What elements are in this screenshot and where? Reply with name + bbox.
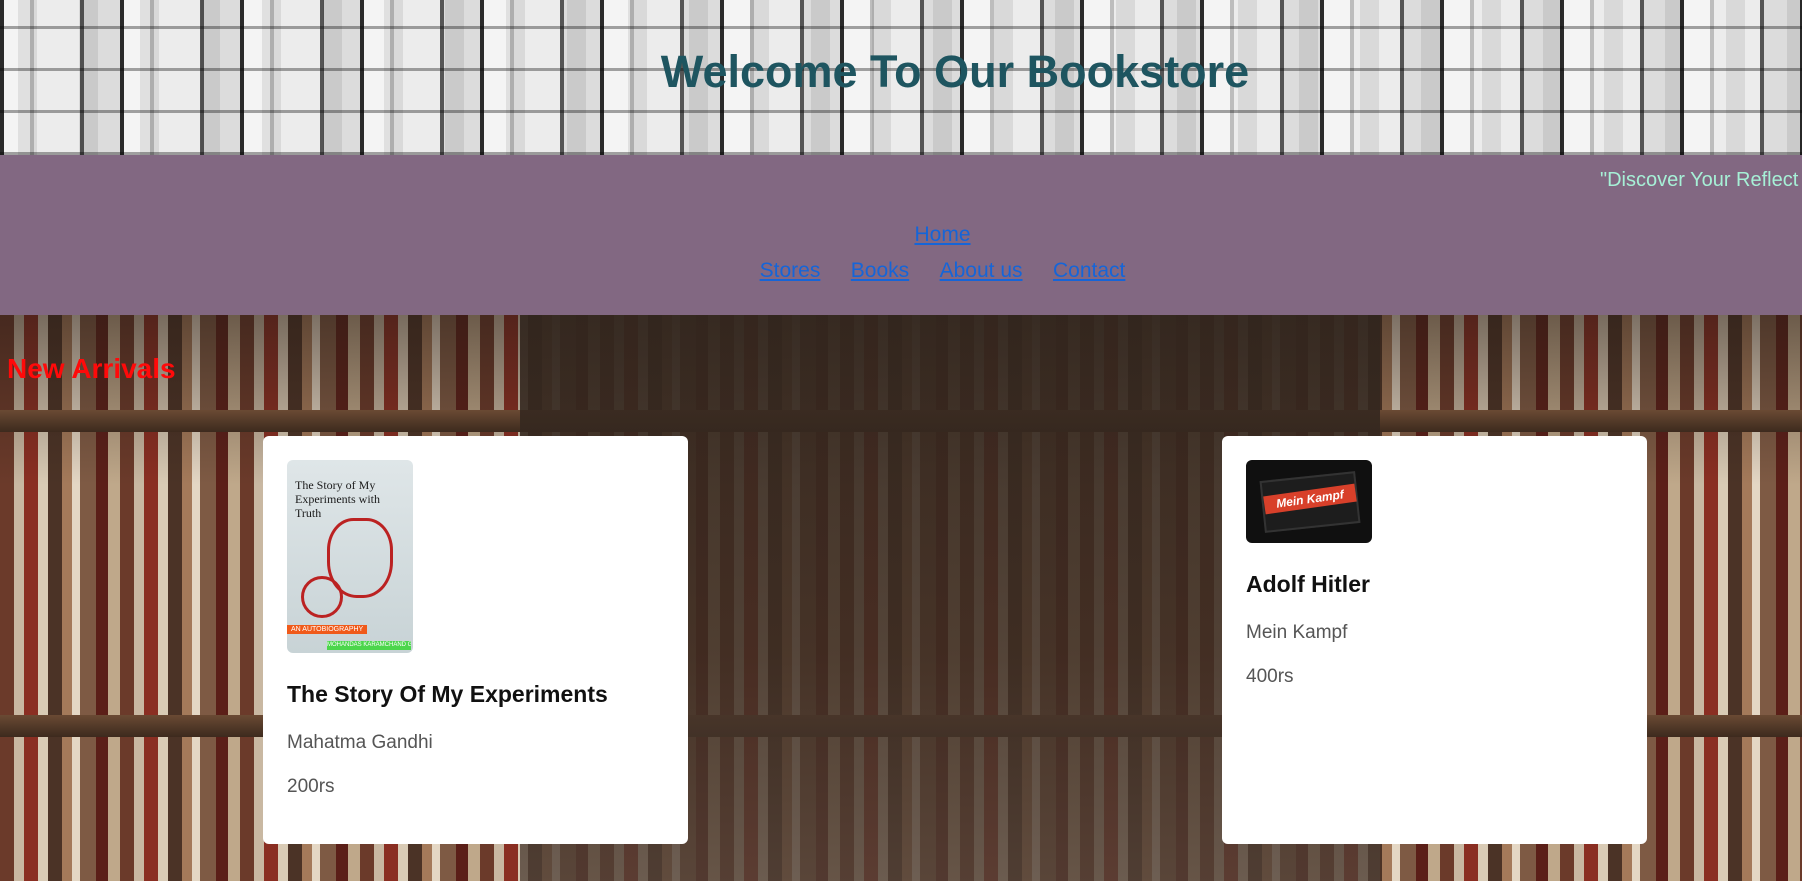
nav-link-stores[interactable]: Stores [760,259,821,283]
book-card[interactable]: Mein Kampf Adolf Hitler Mein Kampf 400rs [1222,436,1647,844]
header-banner: Welcome To Our Bookstore [0,0,1802,155]
book-cover-image[interactable]: The Story of My Experiments with Truth A… [287,460,413,653]
book-cover-image[interactable]: Mein Kampf [1246,460,1372,543]
nav-link-home[interactable]: Home [914,223,970,247]
book-title: Adolf Hitler [1246,571,1370,597]
section-title-new-arrivals: New Arrivals [7,353,176,384]
nav-link-about[interactable]: About us [940,259,1023,283]
spinning-wheel-illustration [301,576,343,618]
book-price: 200rs [287,776,335,797]
nav-band: "Discover Your Reflect Home Stores Books… [0,155,1802,315]
nav-link-books[interactable]: Books [851,259,909,283]
book-card[interactable]: The Story of My Experiments with Truth A… [263,436,688,844]
main-content: New Arrivals The Story of My Experiments… [0,315,1802,881]
marquee-text: "Discover Your Reflect [1600,169,1799,191]
cover-title-text: The Story of My Experiments with Truth [295,478,380,520]
book-author: Mein Kampf [1246,622,1348,643]
nav-link-contact[interactable]: Contact [1053,259,1125,283]
book-title: The Story Of My Experiments [287,681,608,707]
book-price: 400rs [1246,666,1294,687]
cover-tag: AN AUTOBIOGRAPHY [287,625,368,634]
page-title: Welcome To Our Bookstore [660,46,1250,97]
cover-author-bar: MOHANDAS KARAMCHAND GANDHI [327,641,411,650]
book-author: Mahatma Gandhi [287,732,433,753]
